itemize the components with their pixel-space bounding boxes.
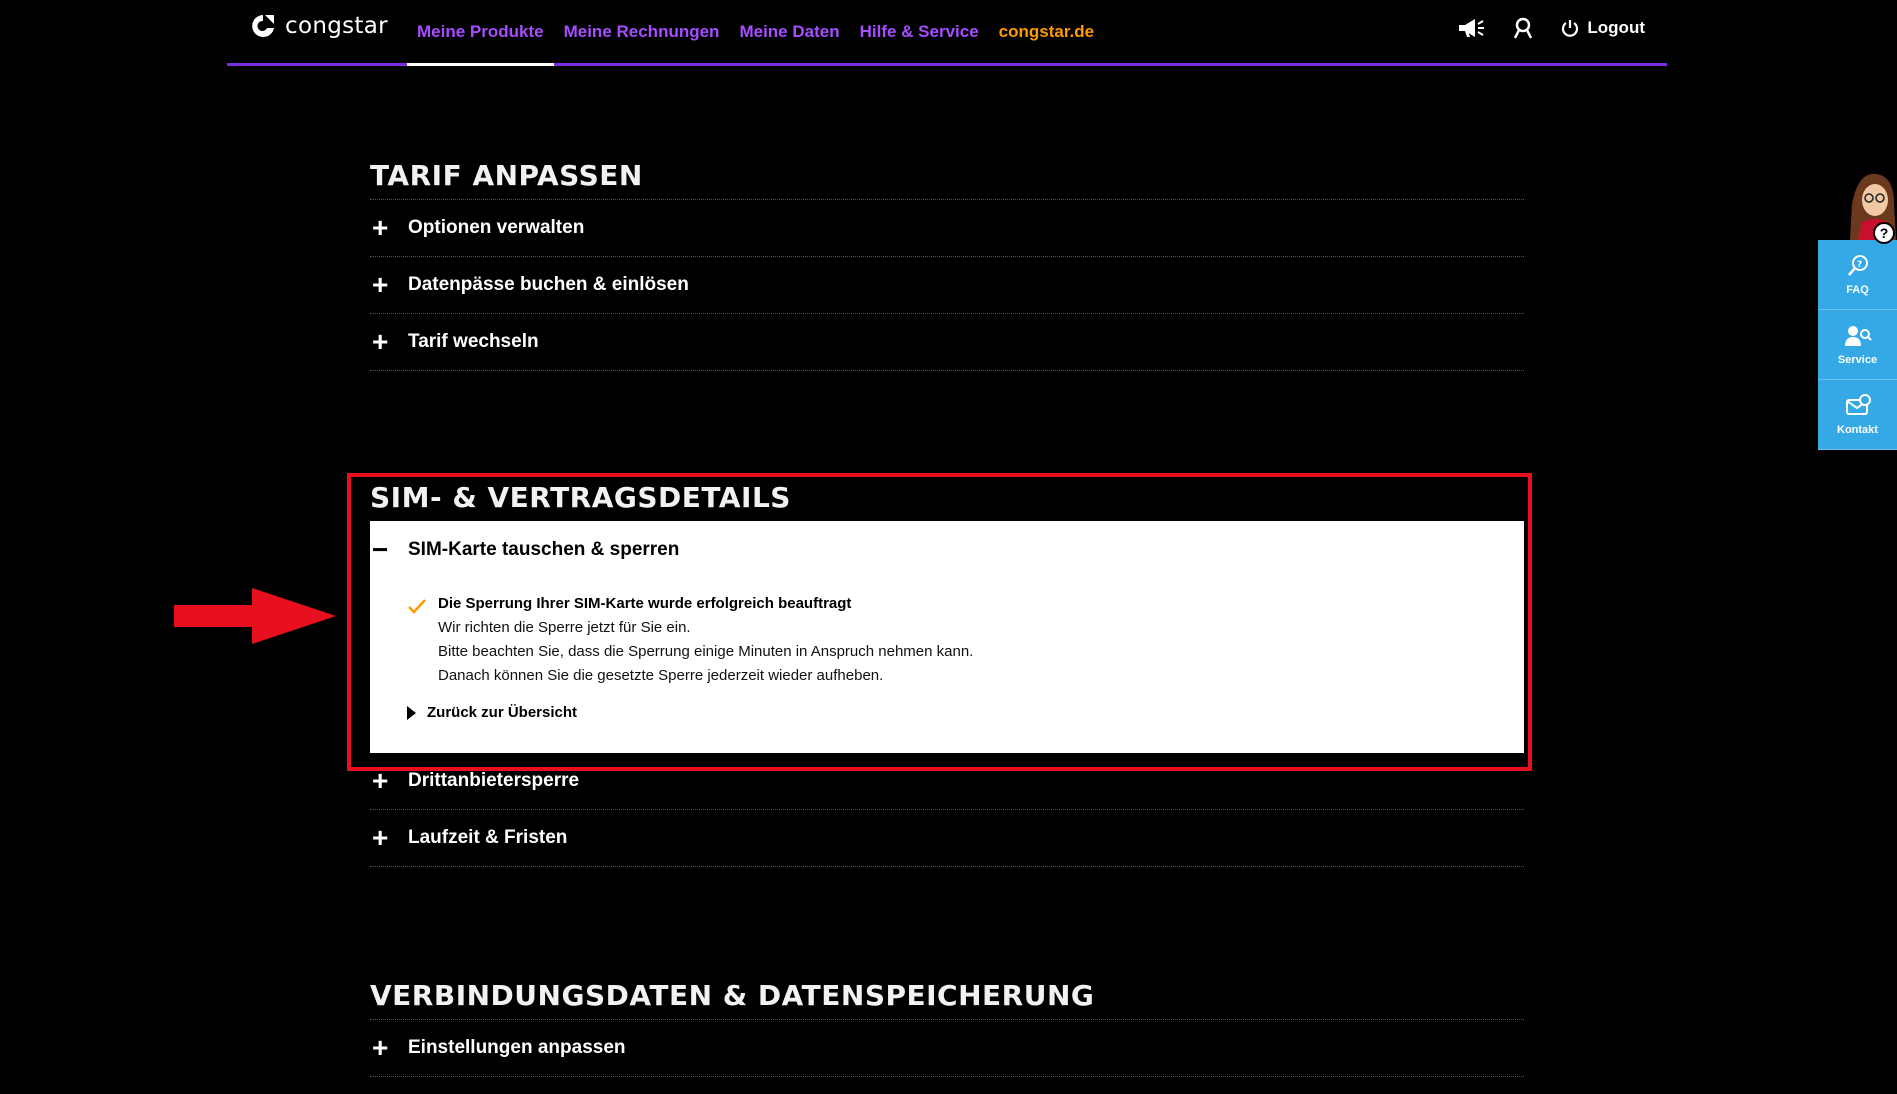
- power-icon: [1562, 19, 1579, 37]
- section-tarif: TARIF ANPASSEN + Optionen verwalten + Da…: [370, 153, 1524, 371]
- accordion-label: Einstellungen anpassen: [408, 1037, 626, 1058]
- congstar-logo-icon: [252, 15, 274, 37]
- logout-button[interactable]: Logout: [1561, 18, 1645, 38]
- nav-hilfe-service[interactable]: Hilfe & Service: [850, 0, 989, 63]
- accordion-label: Tarif wechseln: [408, 331, 539, 352]
- accordion-label: Laufzeit & Fristen: [408, 827, 568, 848]
- accordion-label: Drittanbietersperre: [408, 770, 580, 791]
- accordion-laufzeit-fristen[interactable]: + Laufzeit & Fristen: [370, 810, 1524, 867]
- sim-expanded-panel: − SIM-Karte tauschen & sperren Die Sperr…: [370, 521, 1524, 753]
- nav-congstar-de[interactable]: congstar.de: [989, 0, 1104, 63]
- plus-icon: +: [372, 212, 389, 243]
- accordion-datenpaesse[interactable]: + Datenpässe buchen & einlösen: [370, 257, 1524, 314]
- side-help-widget: ? ? FAQ Service Kontakt: [1818, 164, 1897, 450]
- logo-text: congstar: [285, 13, 388, 39]
- success-message: Die Sperrung Ihrer SIM-Karte wurde erfol…: [406, 595, 973, 721]
- accordion-tarif-wechseln[interactable]: + Tarif wechseln: [370, 314, 1524, 371]
- main-nav: Meine Produkte Meine Rechnungen Meine Da…: [407, 0, 1104, 66]
- faq-icon: ?: [1847, 254, 1868, 276]
- contact-icon: [1845, 393, 1871, 415]
- triangle-right-icon: [407, 705, 416, 720]
- side-kontakt-button[interactable]: Kontakt: [1818, 380, 1897, 450]
- assistant-avatar[interactable]: ?: [1818, 164, 1897, 244]
- congstar-logo[interactable]: congstar: [250, 13, 388, 39]
- accordion-label: Datenpässe buchen & einlösen: [408, 274, 689, 295]
- top-header: congstar Meine Produkte Meine Rechnungen…: [227, 0, 1667, 66]
- message-line: Wir richten die Sperre jetzt für Sie ein…: [438, 619, 691, 636]
- accordion-label: Optionen verwalten: [408, 217, 585, 238]
- section-title-tarif: TARIF ANPASSEN: [370, 153, 1524, 200]
- minus-icon: −: [372, 534, 389, 565]
- section-sim: SIM- & VERTRAGSDETAILS − SIM-Karte tausc…: [370, 475, 1524, 867]
- side-kontakt-label: Kontakt: [1837, 423, 1878, 436]
- message-line: Danach können Sie die gesetzte Sperre je…: [438, 667, 884, 684]
- accordion-einstellungen[interactable]: + Einstellungen anpassen: [370, 1020, 1524, 1077]
- service-icon: [1844, 325, 1872, 346]
- accordion-drittanbietersperre[interactable]: + Drittanbietersperre: [370, 753, 1524, 810]
- user-icon[interactable]: [1509, 14, 1537, 42]
- plus-icon: +: [372, 326, 389, 357]
- side-faq-button[interactable]: ? FAQ: [1818, 240, 1897, 310]
- accordion-sim-karte[interactable]: − SIM-Karte tauschen & sperren: [370, 521, 1524, 579]
- header-actions: Logout: [1457, 0, 1645, 55]
- side-faq-label: FAQ: [1846, 283, 1869, 296]
- section-verbindung: VERBINDUNGSDATEN & DATENSPEICHERUNG + Ei…: [370, 973, 1524, 1077]
- accordion-optionen-verwalten[interactable]: + Optionen verwalten: [370, 200, 1524, 257]
- section-title-sim: SIM- & VERTRAGSDETAILS: [370, 481, 791, 514]
- side-service-button[interactable]: Service: [1818, 310, 1897, 380]
- back-link-label: Zurück zur Übersicht: [427, 704, 578, 721]
- plus-icon: +: [372, 822, 389, 853]
- svg-text:?: ?: [1857, 260, 1862, 270]
- plus-icon: +: [372, 1032, 389, 1063]
- nav-meine-rechnungen[interactable]: Meine Rechnungen: [554, 0, 730, 63]
- help-badge[interactable]: ?: [1873, 222, 1895, 244]
- nav-meine-daten[interactable]: Meine Daten: [729, 0, 849, 63]
- accordion-label: SIM-Karte tauschen & sperren: [408, 539, 680, 560]
- red-arrow-icon: [174, 588, 336, 644]
- side-service-label: Service: [1837, 353, 1878, 366]
- back-to-overview-link[interactable]: Zurück zur Übersicht: [406, 704, 973, 721]
- checkmark-icon: [408, 599, 426, 614]
- message-title: Die Sperrung Ihrer SIM-Karte wurde erfol…: [438, 595, 852, 612]
- plus-icon: +: [372, 765, 389, 796]
- plus-icon: +: [372, 269, 389, 300]
- nav-meine-produkte[interactable]: Meine Produkte: [407, 0, 554, 66]
- page: congstar Meine Produkte Meine Rechnungen…: [0, 0, 1897, 1094]
- section-title-verbindung: VERBINDUNGSDATEN & DATENSPEICHERUNG: [370, 973, 1524, 1020]
- message-line: Bitte beachten Sie, dass die Sperrung ei…: [438, 643, 974, 660]
- megaphone-icon[interactable]: [1457, 14, 1485, 42]
- logout-label: Logout: [1587, 17, 1645, 37]
